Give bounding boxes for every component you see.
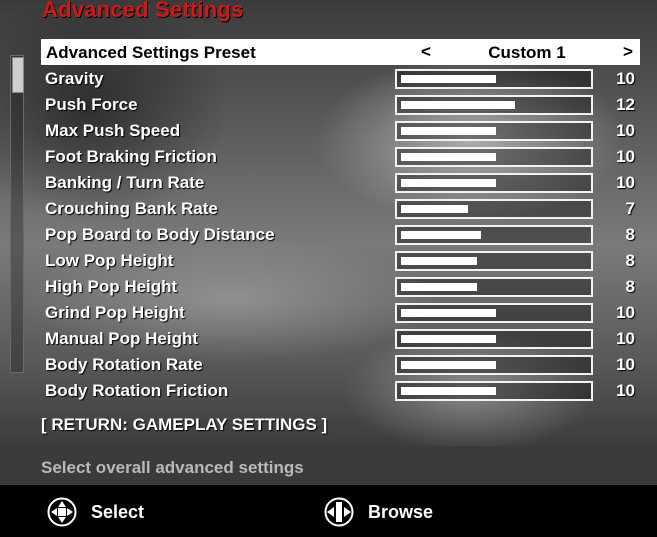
help-text: Select overall advanced settings — [41, 458, 304, 477]
screen-title: Advanced Settings — [42, 0, 244, 22]
setting-label: Push Force — [45, 95, 138, 114]
setting-label: Gravity — [45, 69, 104, 88]
setting-row-body-rotation-friction[interactable]: Body Rotation Friction 10 — [41, 378, 640, 404]
setting-row-body-rotation-rate[interactable]: Body Rotation Rate 10 — [41, 352, 640, 378]
setting-row-grind-pop-height[interactable]: Grind Pop Height 10 — [41, 300, 640, 326]
setting-row-manual-pop-height[interactable]: Manual Pop Height 10 — [41, 326, 640, 352]
preset-label: Advanced Settings Preset — [46, 43, 256, 62]
return-gameplay-settings-button[interactable]: [ RETURN: GAMEPLAY SETTINGS ] — [41, 415, 327, 435]
setting-row-foot-braking-friction[interactable]: Foot Braking Friction 10 — [41, 144, 640, 170]
help-bar: Select overall advanced settings — [0, 446, 657, 485]
preset-value: Custom 1 — [488, 43, 566, 62]
slider-fill — [401, 283, 477, 291]
setting-slider[interactable] — [395, 69, 593, 89]
setting-value: 10 — [616, 147, 635, 166]
preset-selector[interactable]: Advanced Settings Preset < Custom 1 > — [41, 39, 640, 65]
setting-value: 8 — [625, 251, 635, 270]
setting-label: High Pop Height — [45, 277, 178, 296]
setting-value: 10 — [616, 355, 635, 374]
slider-fill — [401, 361, 496, 369]
slider-fill — [401, 335, 496, 343]
slider-fill — [401, 231, 481, 239]
setting-value: 10 — [616, 121, 635, 140]
setting-label: Foot Braking Friction — [45, 147, 217, 166]
setting-row-crouching-bank-rate[interactable]: Crouching Bank Rate 7 — [41, 196, 640, 222]
slider-fill — [401, 179, 496, 187]
setting-value: 10 — [616, 303, 635, 322]
setting-value: 8 — [625, 277, 635, 296]
setting-slider[interactable] — [395, 121, 593, 141]
setting-label: Body Rotation Friction — [45, 381, 229, 400]
slider-fill — [401, 127, 496, 135]
slider-fill — [401, 387, 496, 395]
setting-row-push-force[interactable]: Push Force 12 — [41, 92, 640, 118]
setting-value: 10 — [616, 69, 635, 88]
setting-slider[interactable] — [395, 225, 593, 245]
setting-row-pop-board-to-body-distance[interactable]: Pop Board to Body Distance 8 — [41, 222, 640, 248]
setting-value: 8 — [625, 225, 635, 244]
setting-slider[interactable] — [395, 173, 593, 193]
setting-label: Low Pop Height — [45, 251, 174, 270]
slider-fill — [401, 101, 515, 109]
dpad-icon — [47, 497, 77, 527]
setting-slider[interactable] — [395, 95, 593, 115]
slider-fill — [401, 75, 496, 83]
preset-right-arrow[interactable]: > — [623, 42, 633, 62]
setting-slider[interactable] — [395, 381, 593, 401]
setting-value: 10 — [616, 381, 635, 400]
select-hint-label: Select — [91, 502, 145, 522]
setting-value: 7 — [625, 199, 635, 218]
setting-row-low-pop-height[interactable]: Low Pop Height 8 — [41, 248, 640, 274]
setting-slider[interactable] — [395, 147, 593, 167]
slider-fill — [401, 153, 496, 161]
setting-row-banking-turn-rate[interactable]: Banking / Turn Rate 10 — [41, 170, 640, 196]
setting-slider[interactable] — [395, 277, 593, 297]
setting-label: Max Push Speed — [45, 121, 181, 140]
setting-label: Crouching Bank Rate — [45, 199, 218, 218]
preset-left-arrow[interactable]: < — [421, 42, 431, 62]
slider-fill — [401, 309, 496, 317]
setting-label: Pop Board to Body Distance — [45, 225, 275, 244]
setting-value: 10 — [616, 173, 635, 192]
setting-slider[interactable] — [395, 355, 593, 375]
setting-value: 10 — [616, 329, 635, 348]
setting-label: Manual Pop Height — [45, 329, 198, 348]
setting-row-gravity[interactable]: Gravity 10 — [41, 66, 640, 92]
setting-row-high-pop-height[interactable]: High Pop Height 8 — [41, 274, 640, 300]
scrollbar-thumb[interactable] — [12, 57, 24, 93]
button-hints-footer: Select Browse — [0, 485, 657, 537]
setting-label: Grind Pop Height — [45, 303, 185, 322]
list-scrollbar[interactable] — [10, 55, 24, 373]
setting-slider[interactable] — [395, 329, 593, 349]
setting-slider[interactable] — [395, 199, 593, 219]
browse-hint-label: Browse — [368, 502, 434, 522]
setting-slider[interactable] — [395, 251, 593, 271]
setting-label: Body Rotation Rate — [45, 355, 203, 374]
setting-value: 12 — [616, 95, 635, 114]
setting-row-max-push-speed[interactable]: Max Push Speed 10 — [41, 118, 640, 144]
slider-fill — [401, 257, 477, 265]
slider-fill — [401, 205, 468, 213]
setting-slider[interactable] — [395, 303, 593, 323]
dpad-horizontal-icon — [324, 497, 354, 527]
setting-label: Banking / Turn Rate — [45, 173, 205, 192]
